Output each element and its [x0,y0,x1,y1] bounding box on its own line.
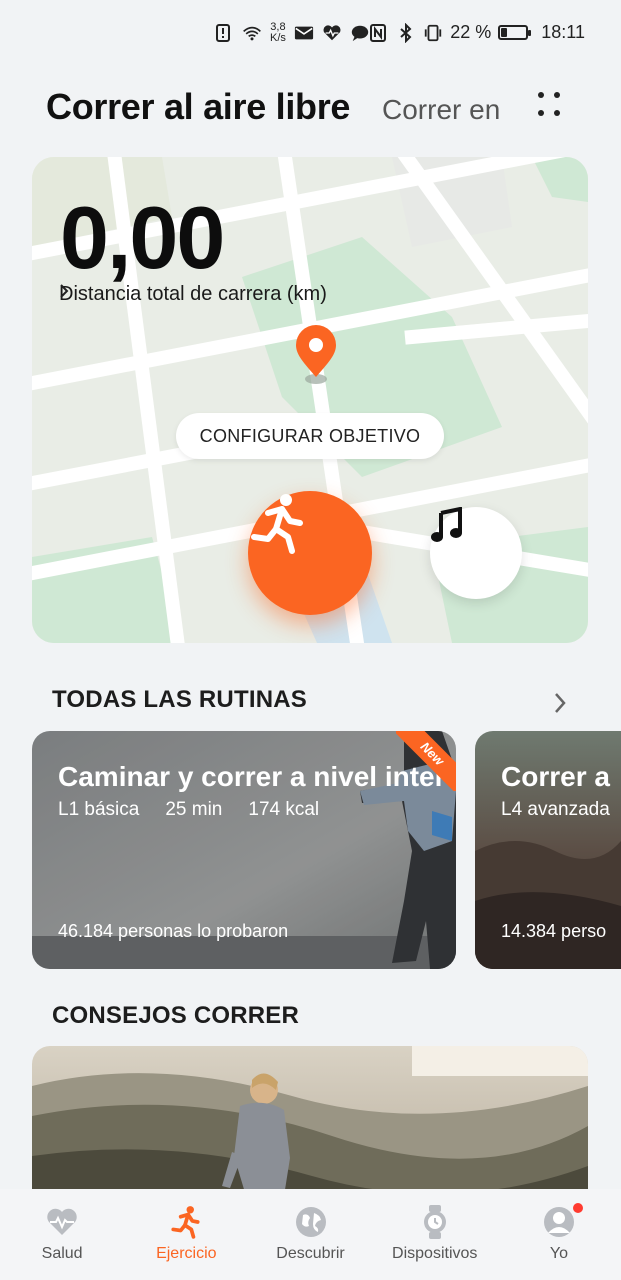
total-distance-value: 0,00 [60,188,225,287]
chevron-right-icon [60,284,69,298]
nav-label-yo: Yo [549,1245,568,1262]
bottom-navigation: Salud Ejercicio Descubrir Dispositivos Y… [0,1189,621,1280]
nav-item-yo[interactable]: Yo [497,1189,621,1280]
routine-participants: 46.184 personas lo probaron [58,921,289,941]
tab-correr-en[interactable]: Correr en [382,94,500,126]
status-bar-right: 22 % 18:11 [369,22,585,43]
battery-icon [498,25,532,40]
chevron-right-icon[interactable] [548,688,572,718]
routine-level: L4 avanzada [501,799,610,820]
status-bar: 3,8 K/s 22 % 18:11 [0,0,621,72]
dot [554,110,560,116]
page-title[interactable]: Correr al aire libre [46,86,350,128]
dot [538,110,544,116]
nav-item-dispositivos[interactable]: Dispositivos [373,1189,497,1280]
mail-icon [294,26,313,40]
new-badge-label: New [417,738,448,769]
set-goal-button[interactable]: CONFIGURAR OBJETIVO [176,413,444,459]
profile-icon [542,1205,576,1239]
running-tips-image [32,1046,588,1206]
vibrate-icon [425,24,442,41]
nav-item-descubrir[interactable]: Descubrir [248,1189,372,1280]
routine-meta: L4 avanzada [501,799,610,821]
music-note-icon [431,507,462,542]
routine-participants: 14.384 perso [501,921,607,941]
new-badge: New [396,731,456,791]
running-icon [169,1205,203,1239]
battery-percent: 22 % [450,22,492,42]
tips-section-title: CONSEJOS CORRER [52,1002,300,1029]
start-run-button[interactable] [248,491,372,615]
nav-item-salud[interactable]: Salud [0,1189,124,1280]
total-distance-label: Distancia total de carrera (km) [59,283,327,305]
nav-label-descubrir: Descubrir [276,1245,345,1262]
routine-card[interactable]: Caminar y correr a nivel inter… L1 básic… [32,731,456,969]
nfc-icon [370,23,387,42]
routine-calories: 174 kcal [248,799,320,820]
heart-icon [45,1205,79,1239]
map-card[interactable]: 0,00 Distancia total de carrera (km) CON… [32,157,588,643]
more-options-button[interactable] [532,88,566,122]
music-button[interactable] [430,507,522,599]
routine-level: L1 básica [58,799,140,820]
status-bar-left: 3,8 K/s [214,22,370,44]
routine-meta: L1 básica 25 min 174 kcal [58,799,319,821]
alert-icon [216,24,230,42]
network-speed: 3,8 K/s [270,22,286,44]
dot [554,92,560,98]
running-icon [251,494,303,554]
wifi-icon [243,26,261,41]
globe-icon [294,1205,328,1239]
notification-dot [573,1203,584,1213]
bluetooth-icon [400,22,412,43]
chat-icon [351,25,369,42]
network-speed-unit: K/s [270,32,286,44]
nav-label-dispositivos: Dispositivos [392,1245,478,1262]
battery-level [501,28,507,37]
total-distance-link[interactable]: Distancia total de carrera (km) [59,283,327,306]
routine-title: Correr a [501,761,610,792]
clock: 18:11 [541,22,585,42]
running-tips-card[interactable] [32,1046,588,1206]
routine-duration: 25 min [165,799,223,820]
watch-icon [418,1205,452,1239]
routines-section-title: TODAS LAS RUTINAS [52,686,307,713]
nav-label-ejercicio: Ejercicio [156,1245,217,1262]
routine-card[interactable]: Correr a L4 avanzada 14.384 perso [475,731,621,969]
nav-item-ejercicio[interactable]: Ejercicio [124,1189,248,1280]
dot [538,92,544,98]
nav-label-salud: Salud [41,1245,83,1262]
heart-monitor-icon [323,25,341,41]
page-header: Correr al aire libre Correr en [46,86,621,134]
